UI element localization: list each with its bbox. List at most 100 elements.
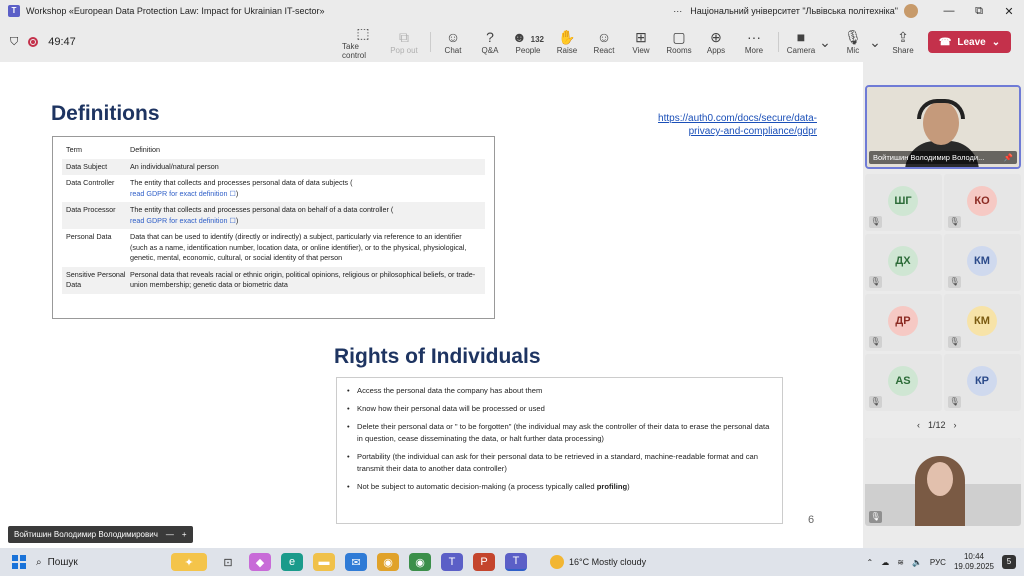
pin-icon[interactable]: 📌 [1004,153,1013,162]
chrome-profile-icon[interactable]: ◉ [409,553,431,571]
system-tray: ⌃ ☁ ≋ 🔈 РУС 10:44 19.09.2025 5 [867,548,1016,576]
self-video[interactable]: 🎙 [865,438,1021,526]
minimize-button[interactable]: — [934,5,964,17]
view-button[interactable]: ⊞ View [628,22,654,62]
account-avatar[interactable] [904,4,918,18]
table-row: Data Processor The entity that collects … [62,202,485,229]
mail-icon[interactable]: ✉ [345,553,367,571]
mic-off-icon: 🎙 [869,276,882,288]
participant-tile[interactable]: КО 🎙 [944,174,1021,231]
window-title: Workshop «European Data Protection Law: … [26,6,325,16]
mic-off-icon: 🎙 [948,336,961,348]
chat-button[interactable]: ☺ Chat [440,22,466,62]
windows-taskbar: ⌕ Пошук ✦ ⊡ ◆ e ▬ ✉ ◉ ◉ T P T 16°C Mostly… [0,548,1024,576]
shared-content-stage: Definitions https://auth0.com/docs/secur… [0,62,863,548]
clock[interactable]: 10:44 19.09.2025 [954,552,994,572]
take-control-button[interactable]: ⬚ Take control [342,22,384,62]
edge-browser-icon[interactable]: e [281,553,303,571]
meeting-toolbar: ⛉ 49:47 ⬚ Take control ⧉ Pop out ☺ Chat ? Q&… [0,22,1024,62]
leave-button[interactable]: ☎ Leave ⌄ [928,31,1011,53]
raise-hand-button[interactable]: ✋ Raise [554,22,580,62]
rights-list: Access the personal data the company has… [336,377,783,524]
share-button[interactable]: ⇪ Share [890,22,916,62]
teams-icon[interactable]: T [441,553,463,571]
chevron-left-icon[interactable]: ‹ [917,420,920,430]
chevron-up-icon[interactable]: ⌃ [867,558,874,567]
participant-tile[interactable]: AS 🎙 [865,354,942,411]
weather-widget[interactable]: 16°C Mostly cloudy [550,555,646,569]
leave-chevron-icon: ⌄ [991,36,1001,48]
list-item: Delete their personal data or " to be fo… [347,421,772,445]
organization-name[interactable]: Національний університет "Львівська полі… [690,6,898,16]
divider [430,32,431,52]
slide-page-number: 6 [808,514,815,526]
more-options-icon[interactable]: ··· [673,6,682,16]
presenter-label[interactable]: Войтишин Володимир Володимирович — + [8,526,193,543]
title-bar: T Workshop «European Data Protection Law… [0,0,1024,22]
gdpr-link[interactable]: https://auth0.com/docs/secure/data- priv… [620,112,817,138]
task-view-icon[interactable]: ⊡ [217,553,239,571]
participant-tile[interactable]: ДР 🎙 [865,294,942,351]
table-row: Personal Data Data that can be used to i… [66,232,467,262]
participant-tile[interactable]: ШГ 🎙 [865,174,942,231]
list-item: Know how their personal data will be pro… [347,403,772,415]
close-window-button[interactable]: ✕ [994,5,1024,18]
presenter-video[interactable]: Войтишин Володимир Володи... 📌 [865,85,1021,169]
camera-button[interactable]: ■ Camera [786,22,816,62]
avatar: КМ [967,306,997,336]
plus-icon: + [181,530,187,539]
apps-icon: ⊕ [710,29,722,45]
volume-icon[interactable]: 🔈 [912,558,922,567]
chrome-icon[interactable]: ◉ [377,553,399,571]
copilot-sparkle-icon[interactable]: ✦ [171,553,207,571]
avatar: AS [888,366,918,396]
pop-out-icon: ⧉ [399,29,409,45]
take-control-icon: ⬚ [356,24,370,41]
taskbar-search[interactable]: ⌕ Пошук [36,557,166,568]
more-button[interactable]: ··· More [740,22,768,62]
copilot-icon[interactable]: ◆ [249,553,271,571]
participant-tile[interactable]: ДХ 🎙 [865,234,942,291]
gdpr-definition-link[interactable]: read GDPR for exact definition ☐ [130,189,236,198]
react-button[interactable]: ☺ React [591,22,617,62]
people-count: 132 [530,35,544,44]
weather-sun-icon [550,555,564,569]
avatar: ДР [888,306,918,336]
wifi-icon[interactable]: ≋ [897,558,904,567]
powerpoint-icon[interactable]: P [473,553,495,571]
participant-tile[interactable]: КР 🎙 [944,354,1021,411]
participant-pager: ‹ 1/12 › [917,420,957,430]
rooms-button[interactable]: ▢ Rooms [665,22,693,62]
people-button[interactable]: ☻ 132 People [512,22,544,62]
keyboard-language[interactable]: РУС [930,558,946,567]
rooms-icon: ▢ [672,29,686,45]
windows-start-icon[interactable] [12,555,26,569]
presentation-slide: Definitions https://auth0.com/docs/secur… [0,62,863,548]
avatar: ДХ [888,246,918,276]
pop-out-button[interactable]: ⧉ Pop out [387,22,421,62]
restore-button[interactable]: ⧉ [964,5,994,18]
mic-off-icon: 🎙 [869,396,882,408]
cloud-icon[interactable]: ☁ [881,558,889,567]
qa-button[interactable]: ? Q&A [477,22,503,62]
participant-tile[interactable]: КМ 🎙 [944,234,1021,291]
mic-off-icon: 🎙 [869,511,882,523]
teams-logo-icon: T [8,5,20,17]
file-explorer-icon[interactable]: ▬ [313,553,335,571]
mic-options-chevron-icon[interactable]: ⌄ [868,22,882,62]
camera-options-chevron-icon[interactable]: ⌄ [818,22,832,62]
rights-heading: Rights of Individuals [334,345,541,368]
list-item: Access the personal data the company has… [347,385,772,397]
more-icon: ··· [747,29,761,45]
avatar: КО [967,186,997,216]
table-row: Sensitive Personal Data Personal data th… [62,266,485,294]
apps-button[interactable]: ⊕ Apps [703,22,729,62]
participant-tile[interactable]: КМ 🎙 [944,294,1021,351]
mic-button[interactable]: 🎙 Mic [842,22,864,62]
mic-off-icon: 🎙 [948,396,961,408]
gdpr-definition-link[interactable]: read GDPR for exact definition ☐ [130,216,236,225]
notification-badge[interactable]: 5 [1002,555,1016,569]
chevron-right-icon[interactable]: › [954,420,957,430]
teams-meeting-icon[interactable]: T [505,553,527,571]
mic-off-icon: 🎙 [948,216,961,228]
